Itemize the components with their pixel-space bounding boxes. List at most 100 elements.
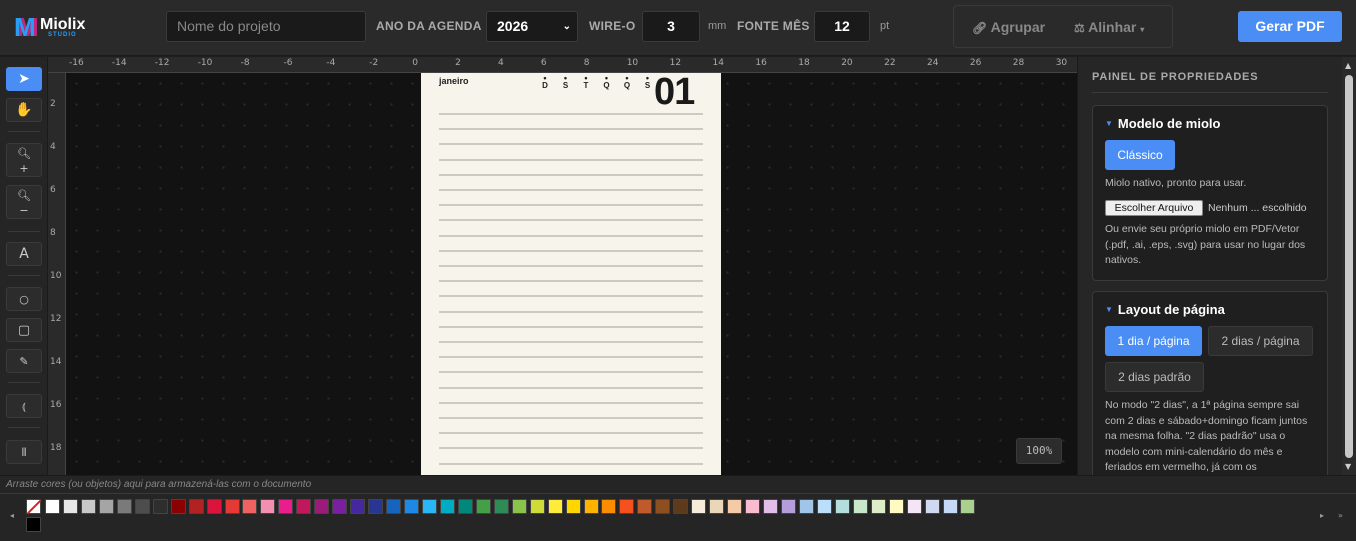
color-swatch[interactable]	[763, 499, 778, 514]
color-swatch[interactable]	[870, 499, 886, 514]
ruler-top-tick: -16	[69, 58, 84, 68]
color-swatch[interactable]	[942, 499, 958, 514]
align-button[interactable]: ⚖ Alinhar ▾	[1074, 19, 1144, 35]
color-swatch[interactable]	[457, 499, 473, 514]
zoom-in-tool[interactable]: 🔍︎ +	[6, 143, 42, 177]
color-swatch[interactable]	[798, 499, 814, 514]
ruled-line	[439, 295, 703, 298]
black-swatch[interactable]	[26, 517, 41, 532]
design-canvas[interactable]: janeiro • D • S • T • Q • Q • S 01	[66, 73, 1077, 475]
palette-scroll-left-icon[interactable]: ◂	[10, 511, 14, 520]
color-swatch[interactable]	[547, 499, 563, 514]
weekday-label: • D	[542, 73, 548, 91]
color-swatch[interactable]	[960, 499, 976, 514]
layout-2-days-standard-button[interactable]: 2 dias padrão	[1105, 362, 1204, 392]
color-swatch[interactable]	[170, 499, 186, 514]
ruler-top-tick: 24	[927, 58, 939, 68]
layout-heading[interactable]: ▼ Layout de página	[1105, 302, 1225, 317]
color-swatch[interactable]	[529, 499, 545, 514]
color-swatch[interactable]	[619, 499, 635, 514]
rectangle-tool[interactable]: ▢	[6, 318, 42, 342]
wireo-input[interactable]: 3	[642, 11, 700, 42]
ruler-left-tick: 14	[50, 357, 62, 367]
color-swatch[interactable]	[296, 499, 312, 514]
model-heading[interactable]: ▼ Modelo de miolo	[1105, 116, 1220, 131]
ruled-line	[439, 356, 703, 359]
text-tool[interactable]: A	[6, 242, 42, 266]
color-swatch[interactable]	[906, 499, 922, 514]
choose-file-button[interactable]: Escolher Arquivo	[1105, 200, 1203, 216]
ruled-line	[439, 128, 703, 131]
color-swatch[interactable]	[188, 499, 204, 514]
color-swatch[interactable]	[332, 499, 348, 514]
no-color-swatch[interactable]	[26, 499, 41, 514]
color-swatch[interactable]	[727, 499, 743, 514]
group-button[interactable]: 🔗︎ Agrupar	[972, 19, 1045, 35]
pen-tool[interactable]: ✎	[6, 349, 42, 373]
color-swatch[interactable]	[780, 499, 796, 514]
color-swatch[interactable]	[745, 499, 761, 514]
color-swatch[interactable]	[655, 499, 671, 514]
zoom-out-tool[interactable]: 🔍︎ −	[6, 185, 42, 219]
color-swatch[interactable]	[404, 499, 419, 514]
palette-scroll-right-icon[interactable]: ▸	[1320, 511, 1324, 520]
color-swatch[interactable]	[314, 499, 330, 514]
color-swatch[interactable]	[260, 499, 276, 514]
zoom-indicator[interactable]: 100%	[1016, 438, 1062, 464]
color-swatch[interactable]	[888, 499, 904, 514]
curve-tool[interactable]: ⦅	[6, 394, 42, 418]
color-swatch[interactable]	[637, 499, 653, 514]
scrollbar-thumb[interactable]	[1345, 75, 1353, 458]
palette-end-icon[interactable]: »	[1338, 511, 1343, 520]
color-swatch[interactable]	[152, 499, 168, 514]
color-swatch[interactable]	[386, 499, 402, 514]
color-swatch[interactable]	[852, 499, 868, 514]
color-swatch[interactable]	[924, 499, 940, 514]
color-swatch[interactable]	[62, 499, 78, 514]
color-swatch[interactable]	[601, 499, 617, 514]
planner-page[interactable]: janeiro • D • S • T • Q • Q • S 01	[421, 73, 721, 475]
font-month-input[interactable]: 12	[814, 11, 870, 42]
color-swatch[interactable]	[206, 499, 222, 514]
color-swatch[interactable]	[224, 499, 240, 514]
agenda-year-select[interactable]: 2026 ⌄	[486, 11, 578, 42]
color-swatch[interactable]	[278, 499, 294, 514]
line-tool[interactable]: ⫴	[6, 440, 42, 464]
color-swatch[interactable]	[511, 499, 527, 514]
layout-1-day-button[interactable]: 1 dia / página	[1105, 326, 1202, 356]
scroll-up-icon[interactable]: ▲	[1345, 61, 1351, 70]
color-swatch[interactable]	[421, 499, 437, 514]
color-swatch[interactable]	[98, 499, 114, 514]
color-swatch[interactable]	[709, 499, 725, 514]
ruled-line	[439, 371, 703, 374]
color-swatch[interactable]	[134, 499, 150, 514]
ruled-line	[439, 447, 703, 450]
color-swatch[interactable]	[368, 499, 384, 514]
color-swatch[interactable]	[80, 499, 96, 514]
panel-scrollbar[interactable]: ▲ ▼	[1342, 57, 1356, 475]
align-label: Alinhar	[1088, 19, 1137, 35]
project-name-input[interactable]: Nome do projeto	[166, 11, 366, 42]
generate-pdf-button[interactable]: Gerar PDF	[1238, 11, 1342, 42]
color-swatch[interactable]	[439, 499, 455, 514]
color-swatch[interactable]	[242, 499, 258, 514]
classic-button[interactable]: Clássico	[1105, 140, 1175, 170]
color-swatch[interactable]	[673, 499, 689, 514]
color-swatch[interactable]	[475, 499, 491, 514]
select-tool[interactable]: ➤	[6, 67, 42, 91]
color-swatch[interactable]	[350, 499, 366, 514]
pan-tool[interactable]: ✋	[6, 98, 42, 122]
logo-sub: STUDIO	[48, 32, 77, 38]
color-swatch[interactable]	[116, 499, 132, 514]
color-swatch[interactable]	[45, 499, 60, 514]
scroll-down-icon[interactable]: ▼	[1345, 462, 1351, 471]
ellipse-tool[interactable]: ○	[6, 287, 42, 311]
color-swatch[interactable]	[583, 499, 599, 514]
layout-2-days-button[interactable]: 2 dias / página	[1208, 326, 1313, 356]
color-swatch[interactable]	[816, 499, 832, 514]
color-swatch[interactable]	[834, 499, 850, 514]
color-swatch[interactable]	[565, 499, 581, 514]
color-swatch[interactable]	[493, 499, 509, 514]
ruled-line	[439, 386, 703, 389]
color-swatch[interactable]	[691, 499, 707, 514]
